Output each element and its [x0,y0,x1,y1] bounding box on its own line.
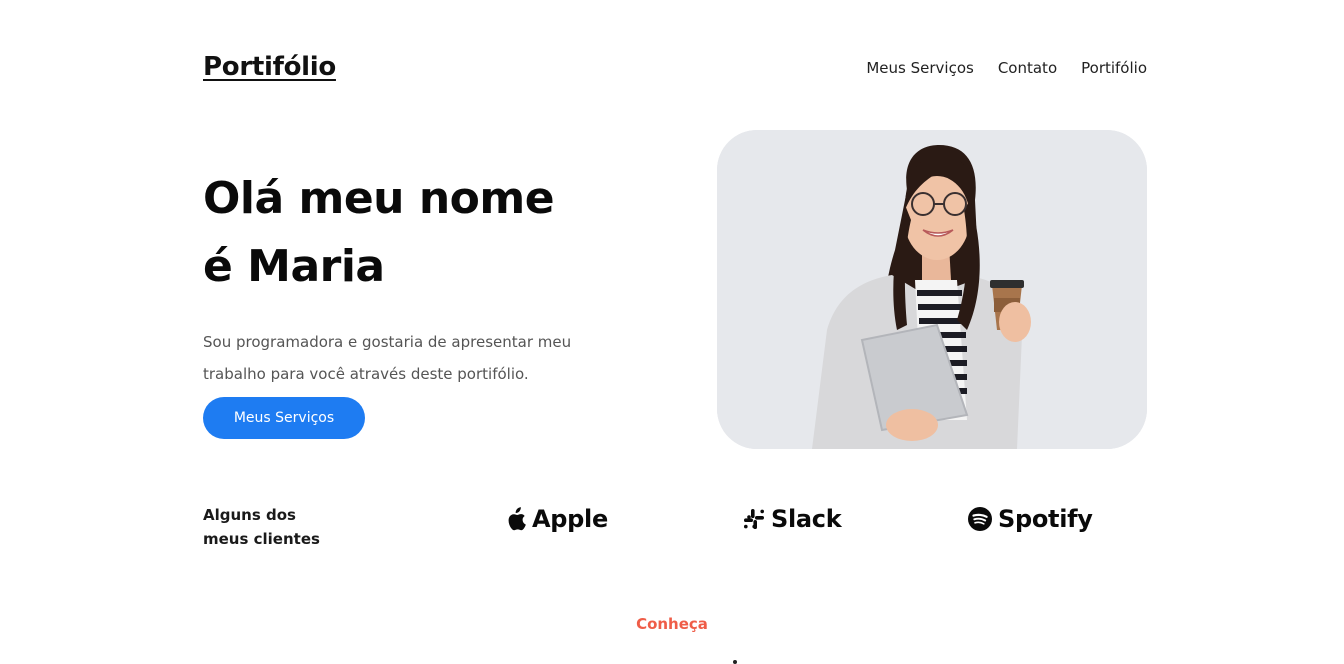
nav-link-portfolio[interactable]: Portifólio [1081,59,1147,77]
slack-icon [744,509,764,529]
client-logo-slack: Slack [743,505,842,533]
profile-photo [717,130,1147,449]
spotify-icon [968,507,992,531]
clients-label: Alguns dos meus clientes [203,503,320,551]
client-logo-apple: Apple [506,505,608,533]
nav-link-services[interactable]: Meus Serviços [866,59,973,77]
section-eyebrow: Conheça [636,615,708,633]
client-logo-spotify: Spotify [968,505,1093,533]
client-name-apple: Apple [532,505,608,533]
site-header: Portifólio Meus Serviços Contato Portifó… [203,52,1147,86]
hero-title: Olá meu nome é Maria [203,165,555,301]
main-nav: Meus Serviços Contato Portifólio [866,59,1147,77]
clients-label-line-1: Alguns dos [203,506,296,524]
services-button[interactable]: Meus Serviços [203,397,365,439]
client-name-spotify: Spotify [998,505,1093,533]
hero-title-line-2: é Maria [203,241,385,292]
site-logo[interactable]: Portifólio [203,52,336,82]
hero-title-line-1: Olá meu nome [203,173,555,224]
clients-label-line-2: meus clientes [203,530,320,548]
decorative-dot [733,660,737,664]
hero-description: Sou programadora e gostaria de apresenta… [203,333,572,383]
nav-link-contact[interactable]: Contato [998,59,1057,77]
client-name-slack: Slack [771,505,842,533]
apple-icon [508,507,526,531]
